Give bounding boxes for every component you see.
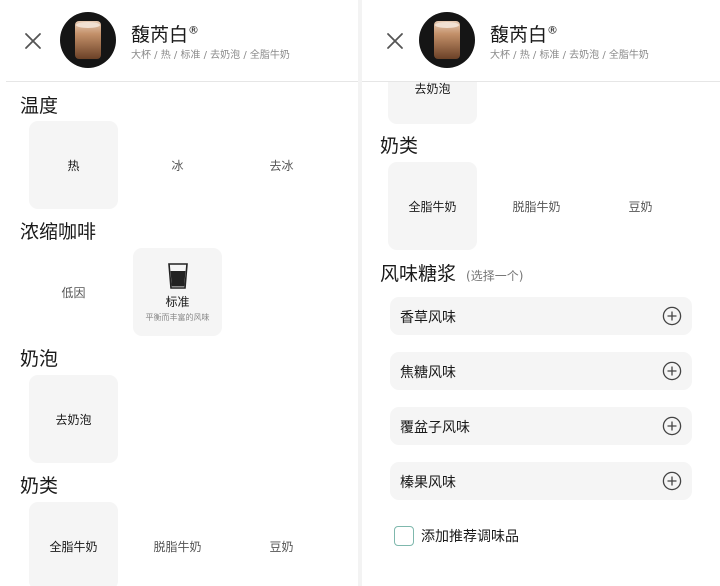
flavor-item-hazelnut[interactable]: 榛果风味 [390,462,692,500]
header-divider [6,81,358,82]
right-screen: 去奶泡 馥芮白® 大杯 / 热 / 标准 / 去奶泡 / 全脂牛奶 奶类 全脂牛… [362,0,720,586]
option-whole-milk[interactable]: 全脂牛奶 [388,162,477,250]
product-thumbnail [60,12,116,68]
syrup-hint: (选择一个) [466,269,524,283]
section-title-milk: 奶类 [20,475,59,497]
product-header: 馥芮白® 大杯 / 热 / 标准 / 去奶泡 / 全脂牛奶 [362,0,720,82]
plus-circle-icon[interactable] [662,361,682,381]
product-header: 馥芮白® 大杯 / 热 / 标准 / 去奶泡 / 全脂牛奶 [0,0,358,82]
section-title-foam: 奶泡 [20,348,59,370]
option-skim-milk[interactable]: 脱脂牛奶 [133,502,222,586]
flavor-item-vanilla[interactable]: 香草风味 [390,297,692,335]
product-title: 馥芮白® [131,23,200,46]
option-soy-milk[interactable]: 豆奶 [596,162,685,250]
section-title-milk: 奶类 [380,135,419,157]
option-hot[interactable]: 热 [29,121,118,209]
close-icon[interactable] [382,28,408,54]
plus-circle-icon[interactable] [662,416,682,436]
product-subtitle: 大杯 / 热 / 标准 / 去奶泡 / 全脂牛奶 [131,50,290,61]
flavor-item-raspberry[interactable]: 覆盆子风味 [390,407,692,445]
option-no-ice[interactable]: 去冰 [237,121,326,209]
header-divider [362,81,720,82]
plus-circle-icon[interactable] [662,471,682,491]
recommend-condiments-toggle[interactable]: 添加推荐调味品 [394,524,519,548]
plus-circle-icon[interactable] [662,306,682,326]
product-title: 馥芮白® [490,23,559,46]
product-subtitle: 大杯 / 热 / 标准 / 去奶泡 / 全脂牛奶 [490,50,649,61]
section-title-temperature: 温度 [20,95,59,117]
option-iced[interactable]: 冰 [133,121,222,209]
option-standard[interactable]: 标准 平衡而丰富的风味 [133,248,222,336]
section-title-espresso: 浓缩咖啡 [20,221,97,243]
left-screen: 馥芮白® 大杯 / 热 / 标准 / 去奶泡 / 全脂牛奶 温度 热 冰 去冰 … [0,0,358,586]
section-title-syrup: 风味糖浆 (选择一个) [380,263,524,285]
close-icon[interactable] [20,28,46,54]
option-decaf[interactable]: 低因 [29,248,118,336]
option-skim-milk[interactable]: 脱脂牛奶 [492,162,581,250]
option-soy-milk[interactable]: 豆奶 [237,502,326,586]
recommend-checkbox[interactable] [394,526,414,546]
option-no-foam[interactable]: 去奶泡 [29,375,118,463]
espresso-glass-icon [167,262,188,289]
flavor-item-caramel[interactable]: 焦糖风味 [390,352,692,390]
option-whole-milk[interactable]: 全脂牛奶 [29,502,118,586]
product-thumbnail [419,12,475,68]
